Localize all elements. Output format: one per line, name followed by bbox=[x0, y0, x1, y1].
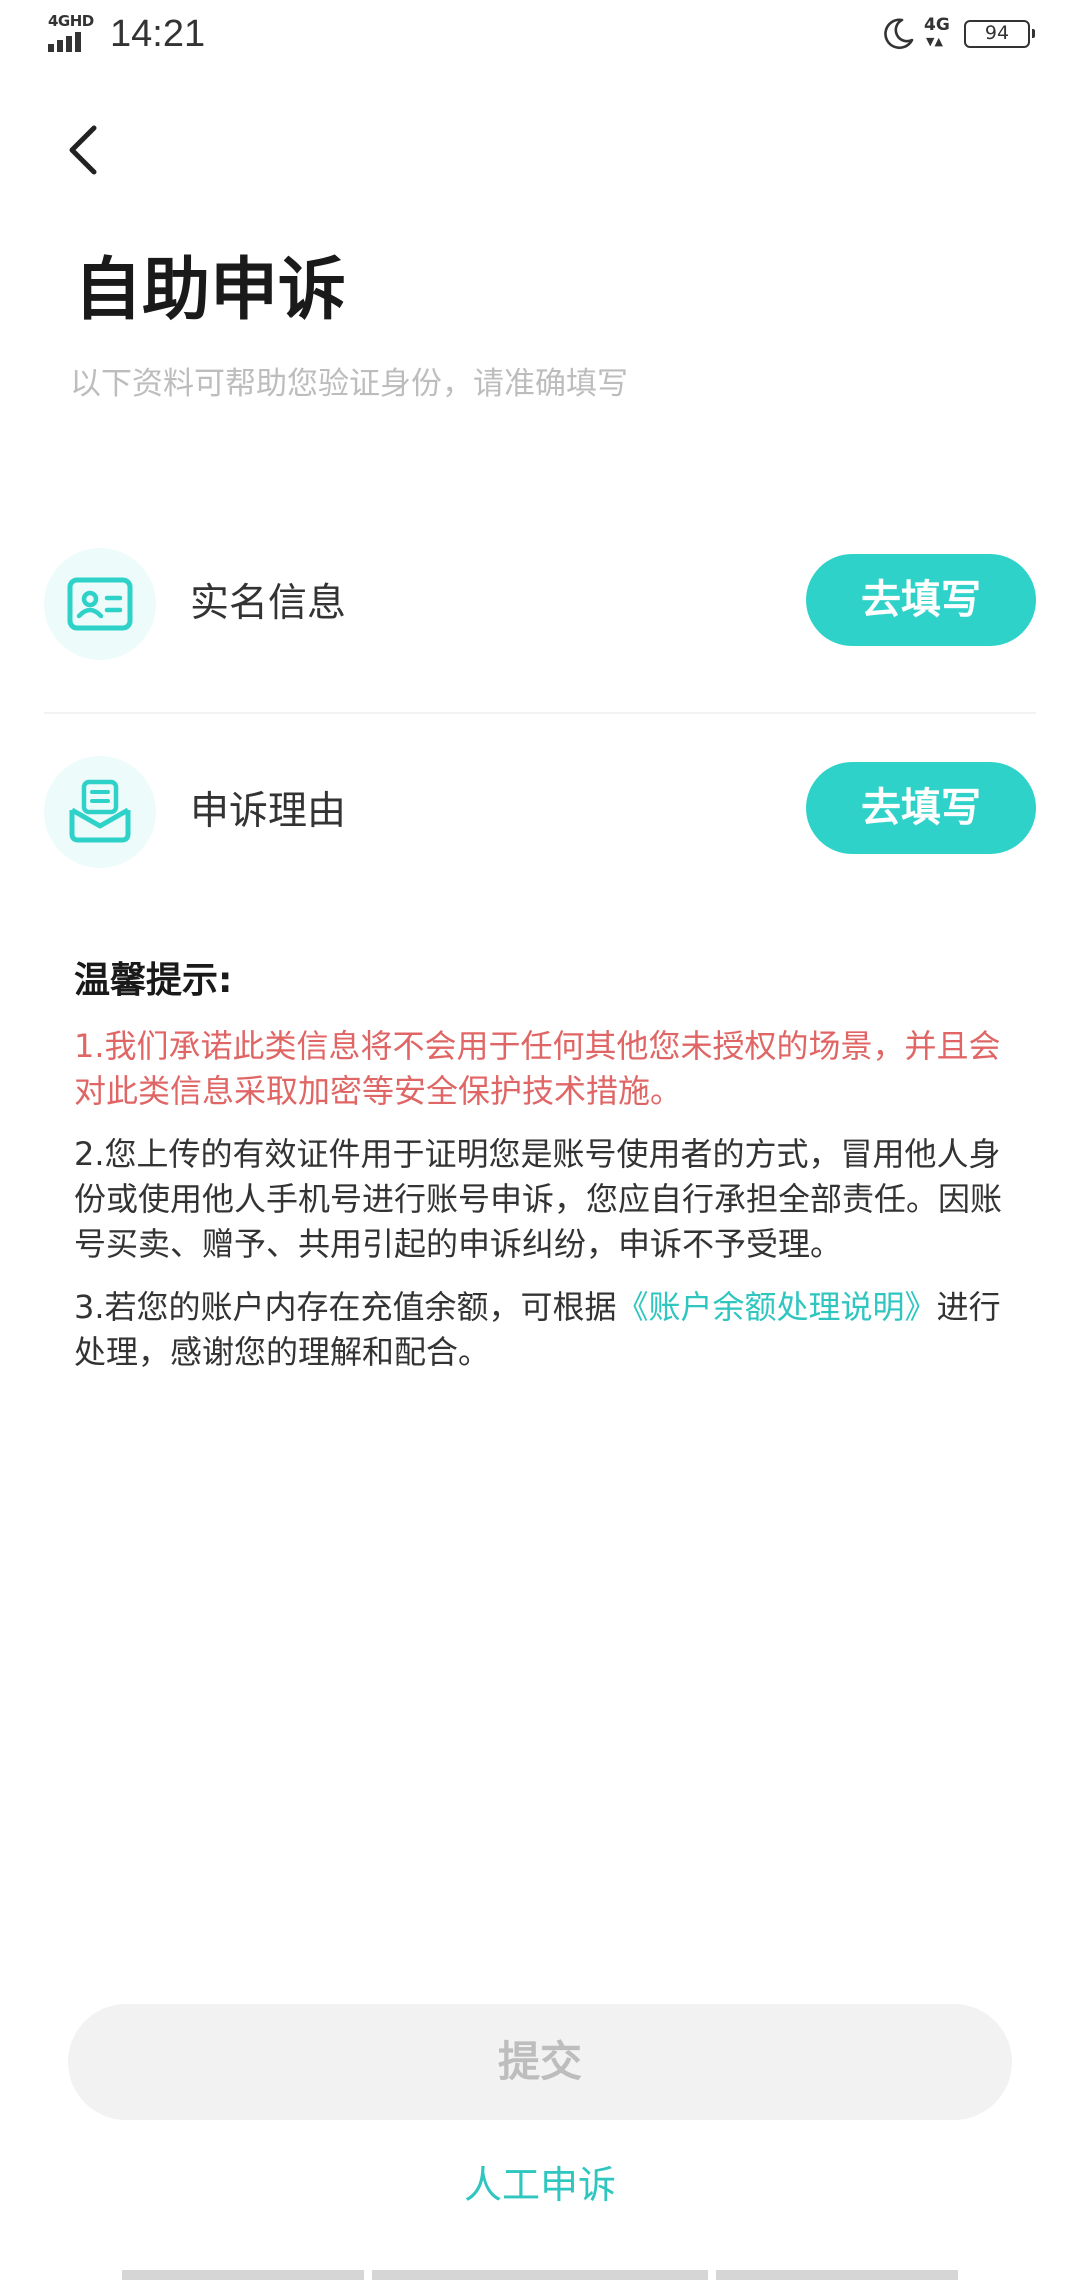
id-card-icon bbox=[67, 577, 133, 631]
data-arrows-icon: ▼▲ bbox=[926, 35, 943, 48]
fill-appeal-reason-button[interactable]: 去填写 bbox=[806, 762, 1036, 854]
page-subtitle: 以下资料可帮助您验证身份，请准确填写 bbox=[70, 366, 628, 402]
appeal-reason-label: 申诉理由 bbox=[190, 789, 347, 834]
cellular-signal-icon: 4GHD bbox=[48, 14, 100, 54]
mobile-data-icon: 4G ▼▲ bbox=[922, 16, 956, 52]
envelope-icon-badge bbox=[44, 756, 156, 868]
manual-appeal-link[interactable]: 人工申诉 bbox=[0, 2160, 1080, 2210]
real-name-info-label: 实名信息 bbox=[190, 581, 347, 626]
row-divider bbox=[44, 712, 1036, 714]
tip-item-2: 2.您上传的有效证件用于证明您是账号使用者的方式，冒用他人身份或使用他人手机号进… bbox=[74, 1135, 1003, 1263]
envelope-document-icon bbox=[69, 779, 131, 843]
battery-level: 94 bbox=[984, 22, 1010, 44]
balance-policy-link[interactable]: 《账户余额处理说明》 bbox=[617, 1288, 937, 1326]
tips-section: 温馨提示: 1.我们承诺此类信息将不会用于任何其他您未授权的场景，并且会对此类信… bbox=[74, 956, 1020, 1393]
appeal-reason-row[interactable]: 申诉理由 去填写 bbox=[44, 756, 1036, 876]
tip-item-1: 1.我们承诺此类信息将不会用于任何其他您未授权的场景，并且会对此类信息采取加密等… bbox=[74, 1027, 1001, 1110]
gesture-hint-center[interactable] bbox=[372, 2270, 708, 2280]
status-bar: 4GHD 14:21 4G ▼▲ 94 bbox=[0, 0, 1080, 80]
status-left: 4GHD 14:21 bbox=[48, 14, 205, 54]
gesture-nav-bar bbox=[0, 2270, 1080, 2280]
status-right: 4G ▼▲ 94 bbox=[880, 16, 1035, 52]
network-type-label: 4GHD bbox=[48, 12, 94, 30]
gesture-hint-left[interactable] bbox=[122, 2270, 364, 2280]
page-title: 自助申诉 bbox=[74, 251, 347, 330]
submit-button[interactable]: 提交 bbox=[68, 2004, 1012, 2120]
signal-bars bbox=[48, 32, 84, 52]
tip-item-3: 3.若您的账户内存在充值余额，可根据《账户余额处理说明》进行处理，感谢您的理解和… bbox=[74, 1285, 1020, 1375]
chevron-left-icon bbox=[69, 125, 97, 175]
real-name-info-row[interactable]: 实名信息 去填写 bbox=[44, 548, 1036, 668]
fill-real-name-button[interactable]: 去填写 bbox=[806, 554, 1036, 646]
mobile-data-label: 4G bbox=[924, 15, 950, 35]
tip-item-3-prefix: 3.若您的账户内存在充值余额，可根据 bbox=[74, 1288, 617, 1326]
gesture-hint-right[interactable] bbox=[716, 2270, 958, 2280]
battery-icon: 94 bbox=[964, 20, 1035, 48]
id-card-icon-badge bbox=[44, 548, 156, 660]
do-not-disturb-moon-icon bbox=[884, 18, 914, 50]
tips-title: 温馨提示: bbox=[74, 960, 233, 1001]
status-time: 14:21 bbox=[110, 13, 206, 55]
back-button[interactable] bbox=[52, 118, 116, 182]
